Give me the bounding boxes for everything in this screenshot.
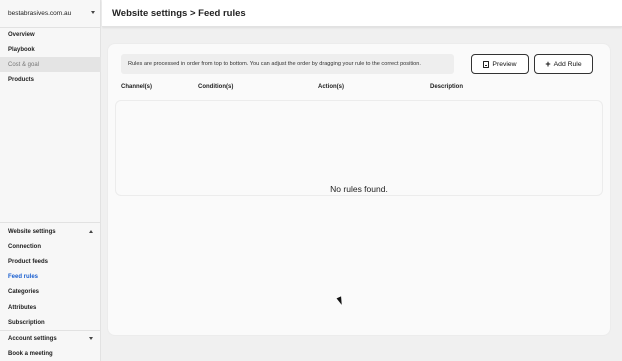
column-header-channels: Channel(s) [121,84,153,90]
chevron-down-icon [89,337,93,340]
rules-table-body [115,100,603,196]
sidebar-item-categories[interactable]: Categories [0,284,101,299]
account-settings-toggle[interactable]: Account settings [0,331,101,346]
sidebar-item-attributes[interactable]: Attributes [0,300,101,315]
info-banner: Rules are processed in order from top to… [121,54,454,74]
info-text: Rules are processed in order from top to… [128,61,421,67]
sidebar-divider [0,222,101,223]
column-header-conditions: Condition(s) [198,84,234,90]
sidebar-item-overview[interactable]: Overview [0,27,101,42]
sidebar-item-playbook[interactable]: Playbook [0,42,101,57]
page-header: Website settings > Feed rules [102,0,622,27]
chevron-up-icon [89,230,93,233]
add-rule-label: Add Rule [553,60,582,68]
sidebar-item-products[interactable]: Products [0,72,101,87]
empty-state-text: No rules found. [330,184,388,194]
preview-button[interactable]: Preview [471,54,529,74]
plus-icon: + [545,58,551,69]
sidebar: bestabrasives.com.au Overview Playbook C… [0,0,101,361]
column-header-description: Description [430,84,464,90]
website-settings-toggle[interactable]: Website settings [0,224,101,239]
sidebar-item-product-feeds[interactable]: Product feeds [0,254,101,269]
sidebar-item-subscription[interactable]: Subscription [0,315,101,330]
sidebar-item-cost-goal[interactable]: Cost & goal [0,57,101,72]
sidebar-item-feed-rules[interactable]: Feed rules [0,269,101,284]
preview-label: Preview [492,60,517,68]
chevron-down-icon [91,11,95,14]
column-header-actions: Action(s) [318,84,344,90]
page-title: Website settings > Feed rules [112,7,246,19]
document-icon [483,60,490,68]
site-name: bestabrasives.com.au [8,10,72,17]
add-rule-button[interactable]: + Add Rule [534,54,593,74]
sidebar-item-book-meeting[interactable]: Book a meeting [0,346,101,361]
site-selector[interactable]: bestabrasives.com.au [0,0,101,28]
sidebar-item-connection[interactable]: Connection [0,239,101,254]
